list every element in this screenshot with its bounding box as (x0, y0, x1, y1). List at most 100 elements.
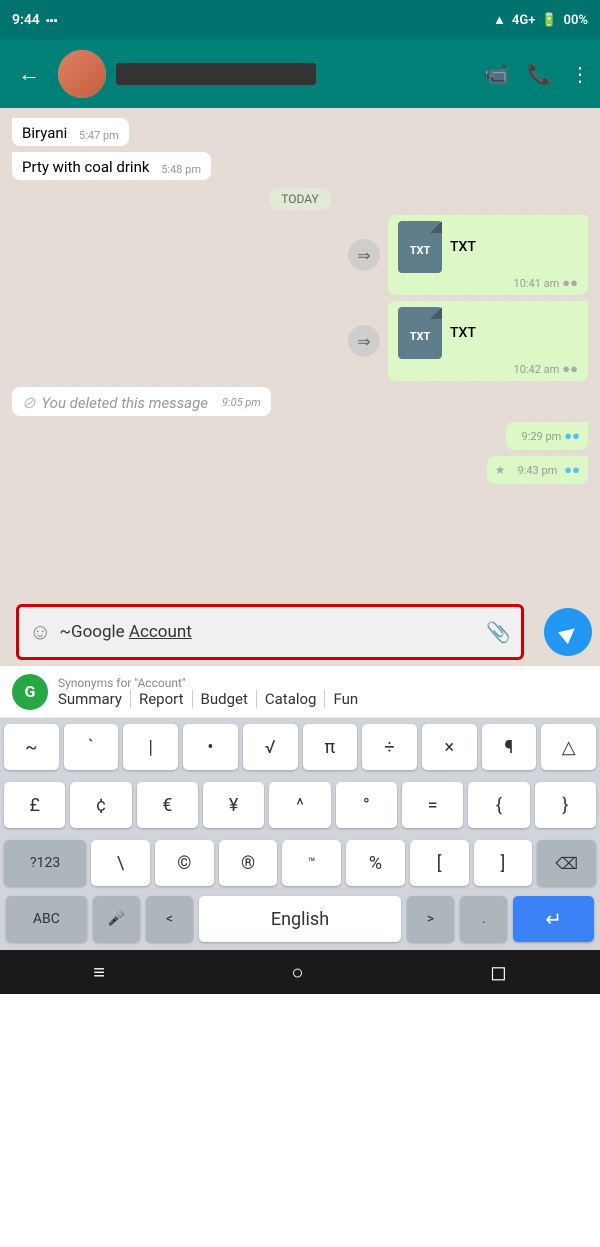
key-tm[interactable]: ™ (282, 840, 341, 886)
synonym-budget[interactable]: Budget (201, 690, 257, 708)
key-num[interactable]: ?123 (4, 840, 86, 886)
key-pound[interactable]: £ (4, 782, 65, 828)
key-pipe[interactable]: | (123, 724, 178, 770)
network-icon: ▲ (493, 12, 506, 28)
key-delta[interactable]: △ (541, 724, 596, 770)
chat-area: Biryani 5:47 pm Prty with coal drink 5:4… (0, 108, 600, 598)
key-copyright[interactable]: © (155, 840, 214, 886)
enter-key[interactable]: ↵ (513, 896, 594, 942)
key-check[interactable]: √ (243, 724, 298, 770)
synonym-catalog[interactable]: Catalog (265, 690, 326, 708)
space-label: English (271, 909, 329, 930)
status-time: 9:44 ▪▪▪ (12, 12, 58, 28)
grammarly-bar: G Synonyms for "Account" Summary Report … (0, 666, 600, 718)
account-text: Account (129, 622, 192, 642)
message-row: ⇒ TXT TXT 10:42 am ●● (12, 301, 588, 381)
time: 9:44 (12, 12, 40, 28)
message-ticks: ●● (562, 275, 578, 291)
file-attachment: TXT TXT (398, 221, 578, 273)
key-lbracket[interactable]: [ (410, 840, 469, 886)
status-bar: 9:44 ▪▪▪ ▲ 4G+ 🔋 00% (0, 0, 600, 40)
input-box-wrap: ☺ ~Google Account 📎 (8, 604, 532, 660)
key-pi[interactable]: π (303, 724, 358, 770)
message-row: 9:29 pm ●● (12, 422, 588, 450)
battery-pct: 00% (564, 13, 588, 28)
key-rbracket[interactable]: ] (474, 840, 533, 886)
key-times[interactable]: × (422, 724, 477, 770)
key-lbrace[interactable]: { (468, 782, 529, 828)
synonym-fun[interactable]: Fun (333, 690, 366, 708)
key-euro[interactable]: € (137, 782, 198, 828)
nav-home-icon[interactable]: ○ (291, 960, 303, 985)
forward-icon[interactable]: ⇒ (348, 239, 380, 271)
send-icon: ▶ (554, 618, 581, 646)
nav-menu-icon[interactable]: ≡ (93, 960, 105, 985)
backspace-key[interactable]: ⌫ (537, 840, 596, 886)
key-backtick[interactable]: ` (64, 724, 119, 770)
message-row: ★ 9:43 pm ●● (12, 456, 588, 484)
send-button[interactable]: ▶ (544, 608, 592, 656)
file-type-icon: TXT (398, 307, 442, 359)
key-tilde[interactable]: ~ (4, 724, 59, 770)
message-time: 5:48 pm (161, 163, 201, 176)
space-key[interactable]: English (199, 896, 401, 942)
contact-name[interactable] (116, 63, 316, 85)
key-rbrace[interactable]: } (535, 782, 596, 828)
synonym-summary[interactable]: Summary (58, 690, 131, 708)
key-greater-than[interactable]: > (407, 896, 454, 942)
message-ticks: ●● (562, 361, 578, 377)
video-call-icon[interactable]: 📹 (484, 62, 509, 86)
key-registered[interactable]: ® (219, 840, 278, 886)
message-time: 9:43 pm (518, 464, 558, 477)
message-bubble: Biryani 5:47 pm (12, 118, 129, 146)
message-input[interactable]: ~Google Account (59, 622, 478, 642)
avatar[interactable] (58, 50, 106, 98)
message-row: Biryani 5:47 pm (12, 118, 588, 146)
message-bubble: TXT TXT 10:41 am ●● (388, 215, 588, 295)
message-row: ⊘ You deleted this message 9:05 pm (12, 387, 588, 416)
keyboard-row-2: £ ¢ € ¥ ^ ° = { } (0, 776, 600, 834)
key-equals[interactable]: = (402, 782, 463, 828)
deleted-text: You deleted this message (41, 394, 208, 412)
key-cent[interactable]: ¢ (70, 782, 131, 828)
file-type-icon: TXT (398, 221, 442, 273)
forward-icon[interactable]: ⇒ (348, 325, 380, 357)
key-pilcrow[interactable]: ¶ (482, 724, 537, 770)
signal-type: 4G+ (512, 13, 535, 28)
key-less-than[interactable]: < (146, 896, 193, 942)
keyboard-row-1: ~ ` | • √ π ÷ × ¶ △ (0, 718, 600, 776)
keyboard-bottom-row: ABC 🎤 < English > . ↵ (0, 892, 600, 950)
message-input-area[interactable]: ☺ ~Google Account 📎 (16, 604, 524, 660)
key-bullet[interactable]: • (183, 724, 238, 770)
synonym-report[interactable]: Report (139, 690, 193, 708)
file-name: TXT (450, 239, 476, 255)
message-bubble: Prty with coal drink 5:48 pm (12, 152, 211, 180)
key-yen[interactable]: ¥ (203, 782, 264, 828)
key-caret[interactable]: ^ (269, 782, 330, 828)
keyboard-row-3: ?123 \ © ® ™ % [ ] ⌫ (0, 834, 600, 892)
status-indicators: ▲ 4G+ 🔋 00% (493, 12, 588, 28)
key-div[interactable]: ÷ (362, 724, 417, 770)
key-abc[interactable]: ABC (6, 896, 87, 942)
battery-icon: 🔋 (541, 13, 557, 28)
key-degree[interactable]: ° (336, 782, 397, 828)
tilde-char: ~Google (59, 622, 128, 642)
key-percent[interactable]: % (346, 840, 405, 886)
message-bubble: ★ 9:43 pm ●● (487, 456, 588, 484)
message-time: 5:47 pm (79, 129, 119, 142)
emoji-button[interactable]: ☺ (29, 619, 51, 645)
forward-icon-wrap: ⇒ (348, 239, 380, 271)
chat-header: ← 📹 📞 ⋮ (0, 40, 600, 108)
key-period[interactable]: . (460, 896, 507, 942)
key-backslash[interactable]: \ (91, 840, 150, 886)
key-mic[interactable]: 🎤 (93, 896, 140, 942)
back-button[interactable]: ← (10, 57, 48, 91)
more-options-icon[interactable]: ⋮ (570, 62, 590, 86)
message-text: Prty with coal drink (22, 158, 149, 176)
sim-icon: ▪▪▪ (46, 14, 58, 27)
synonyms-list: Summary Report Budget Catalog Fun (58, 690, 588, 708)
attach-button[interactable]: 📎 (486, 620, 511, 644)
voice-call-icon[interactable]: 📞 (527, 62, 552, 86)
message-time: 9:05 pm (222, 396, 261, 409)
nav-back-icon[interactable]: ◻ (490, 960, 507, 984)
